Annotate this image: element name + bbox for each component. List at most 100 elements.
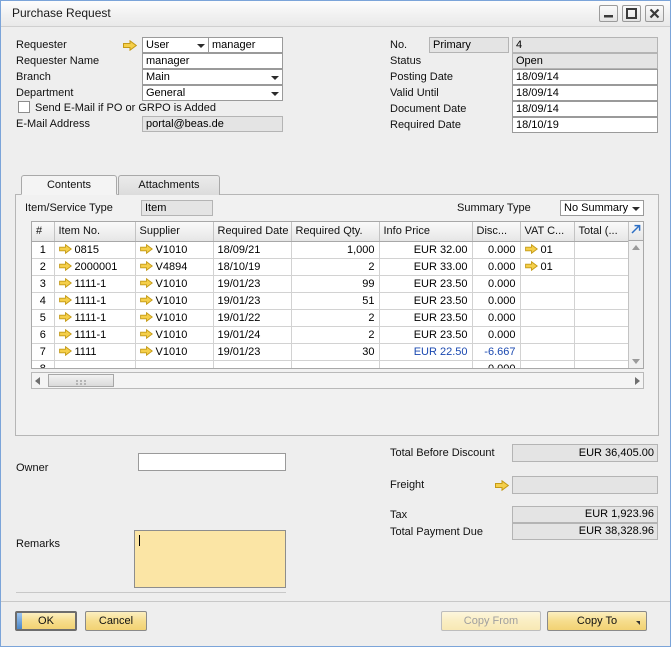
row-link-arrow-icon[interactable] — [59, 261, 72, 271]
vat-code-cell[interactable] — [520, 343, 574, 360]
freight-link-arrow-icon[interactable] — [495, 480, 509, 491]
send-email-checkbox[interactable] — [18, 101, 30, 113]
discount-cell[interactable]: 0.000 — [472, 309, 520, 326]
remarks-field[interactable] — [134, 530, 286, 588]
vat-code-cell[interactable] — [520, 326, 574, 343]
required-qty-cell[interactable]: 30 — [291, 343, 379, 360]
row-link-arrow-icon[interactable] — [59, 346, 72, 356]
total-cell[interactable] — [574, 258, 630, 275]
supplier-cell[interactable]: V1010 — [135, 326, 213, 343]
supplier-cell[interactable]: V1010 — [135, 309, 213, 326]
col-header-supplier[interactable]: Supplier — [135, 222, 213, 241]
scroll-right-icon[interactable] — [635, 377, 640, 385]
scroll-left-icon[interactable] — [35, 377, 40, 385]
info-price-cell[interactable]: EUR 33.00 — [379, 258, 472, 275]
total-cell[interactable] — [574, 309, 630, 326]
info-price-cell[interactable]: EUR 23.50 — [379, 326, 472, 343]
item-service-type-field[interactable]: Item — [141, 200, 213, 216]
required-qty-cell[interactable] — [291, 360, 379, 369]
close-button[interactable] — [645, 5, 664, 22]
col-header-rownum[interactable]: # — [32, 222, 54, 241]
required-date-cell[interactable]: 19/01/23 — [213, 292, 291, 309]
table-row[interactable]: 31111-1V101019/01/2399EUR 23.500.000 — [32, 275, 630, 292]
owner-field[interactable] — [138, 453, 286, 471]
required-date-cell[interactable]: 18/10/19 — [213, 258, 291, 275]
scroll-up-icon[interactable] — [632, 245, 640, 250]
item-no-cell[interactable]: 0815 — [54, 241, 135, 258]
row-number-cell[interactable]: 5 — [32, 309, 54, 326]
table-row[interactable]: 41111-1V101019/01/2351EUR 23.500.000 — [32, 292, 630, 309]
row-link-arrow-icon[interactable] — [525, 244, 538, 254]
freight-field[interactable] — [512, 476, 658, 494]
required-date-cell[interactable]: 19/01/23 — [213, 343, 291, 360]
required-qty-cell[interactable]: 51 — [291, 292, 379, 309]
horizontal-scroll-thumb[interactable] — [48, 374, 114, 387]
required-date-cell[interactable]: 19/01/22 — [213, 309, 291, 326]
supplier-cell[interactable]: V1010 — [135, 241, 213, 258]
supplier-cell[interactable]: V4894 — [135, 258, 213, 275]
cancel-button[interactable]: Cancel — [85, 611, 147, 631]
table-row[interactable]: 8 0.000 — [32, 360, 630, 369]
minimize-button[interactable] — [599, 5, 618, 22]
requester-name-field[interactable]: manager — [142, 53, 283, 69]
maximize-button[interactable] — [622, 5, 641, 22]
grid-expand-button[interactable] — [628, 222, 643, 241]
required-date-field[interactable]: 18/10/19 — [512, 117, 658, 133]
grid-vertical-scrollbar[interactable] — [628, 241, 643, 368]
col-header-required-date[interactable]: Required Date — [213, 222, 291, 241]
item-no-cell[interactable]: 2000001 — [54, 258, 135, 275]
row-number-cell[interactable]: 8 — [32, 360, 54, 369]
document-date-field[interactable]: 18/09/14 — [512, 101, 658, 117]
row-link-arrow-icon[interactable] — [59, 295, 72, 305]
required-qty-cell[interactable]: 2 — [291, 309, 379, 326]
item-no-cell[interactable]: 1111-1 — [54, 309, 135, 326]
required-qty-cell[interactable]: 2 — [291, 258, 379, 275]
branch-combo[interactable]: Main — [142, 69, 283, 85]
row-number-cell[interactable]: 2 — [32, 258, 54, 275]
grid-horizontal-scrollbar[interactable] — [31, 372, 644, 389]
info-price-cell[interactable] — [379, 360, 472, 369]
supplier-cell[interactable]: V1010 — [135, 292, 213, 309]
row-link-arrow-icon[interactable] — [59, 244, 72, 254]
info-price-cell[interactable]: EUR 23.50 — [379, 275, 472, 292]
summary-type-combo[interactable]: No Summary — [560, 200, 644, 216]
discount-cell[interactable]: 0.000 — [472, 275, 520, 292]
required-date-cell[interactable]: 19/01/23 — [213, 275, 291, 292]
required-date-cell[interactable]: 18/09/21 — [213, 241, 291, 258]
item-no-cell[interactable]: 1111-1 — [54, 292, 135, 309]
discount-cell[interactable]: 0.000 — [472, 258, 520, 275]
row-link-arrow-icon[interactable] — [140, 329, 153, 339]
tab-attachments[interactable]: Attachments — [118, 175, 220, 195]
row-number-cell[interactable]: 7 — [32, 343, 54, 360]
discount-cell[interactable]: 0.000 — [472, 292, 520, 309]
required-date-cell[interactable] — [213, 360, 291, 369]
info-price-cell[interactable]: EUR 23.50 — [379, 309, 472, 326]
table-row[interactable]: 10815V101018/09/211,000EUR 32.000.00001 — [32, 241, 630, 258]
row-number-cell[interactable]: 1 — [32, 241, 54, 258]
department-combo[interactable]: General — [142, 85, 283, 101]
discount-cell[interactable]: 0.000 — [472, 360, 520, 369]
info-price-cell[interactable]: EUR 22.50 — [379, 343, 472, 360]
row-link-arrow-icon[interactable] — [140, 295, 153, 305]
table-row[interactable]: 22000001V489418/10/192EUR 33.000.00001 — [32, 258, 630, 275]
total-cell[interactable] — [574, 275, 630, 292]
scroll-down-icon[interactable] — [632, 359, 640, 364]
item-no-cell[interactable]: 1111-1 — [54, 275, 135, 292]
col-header-required-qty[interactable]: Required Qty. — [291, 222, 379, 241]
required-qty-cell[interactable]: 99 — [291, 275, 379, 292]
vat-code-cell[interactable] — [520, 292, 574, 309]
supplier-cell[interactable]: V1010 — [135, 343, 213, 360]
row-number-cell[interactable]: 3 — [32, 275, 54, 292]
ok-button[interactable]: OK — [15, 611, 77, 631]
supplier-cell[interactable] — [135, 360, 213, 369]
posting-date-field[interactable]: 18/09/14 — [512, 69, 658, 85]
row-link-arrow-icon[interactable] — [59, 329, 72, 339]
vat-code-cell[interactable] — [520, 360, 574, 369]
info-price-cell[interactable]: EUR 32.00 — [379, 241, 472, 258]
requester-type-combo[interactable]: User — [142, 37, 209, 53]
vat-code-cell[interactable]: 01 — [520, 241, 574, 258]
requester-link-arrow-icon[interactable] — [123, 40, 137, 51]
row-link-arrow-icon[interactable] — [140, 346, 153, 356]
row-link-arrow-icon[interactable] — [59, 278, 72, 288]
row-link-arrow-icon[interactable] — [140, 312, 153, 322]
